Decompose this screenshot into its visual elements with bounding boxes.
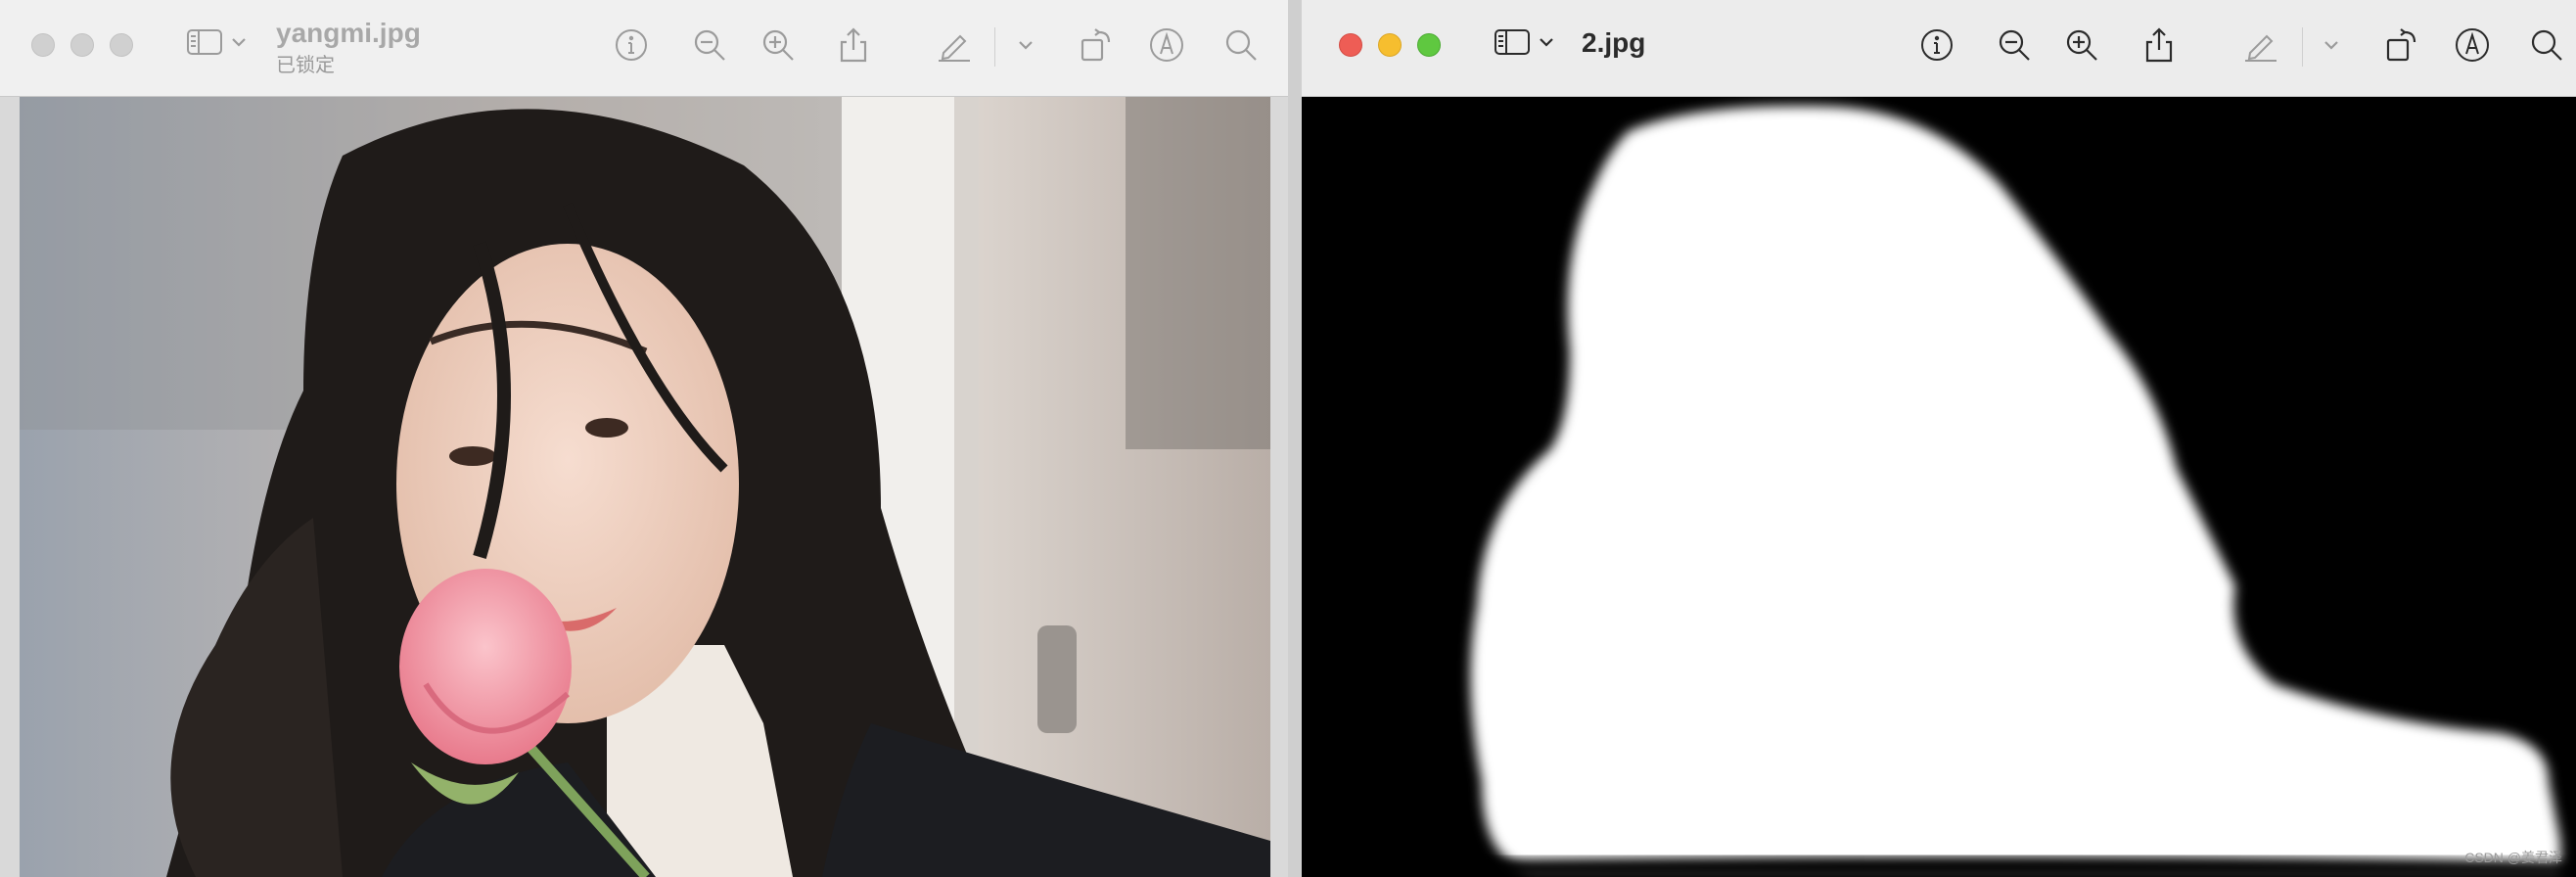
traffic-lights: [31, 33, 133, 57]
close-button[interactable]: [31, 33, 55, 57]
toolbar-separator: [994, 27, 995, 67]
zoom-in-icon: [762, 29, 794, 61]
rotate-icon: [2386, 28, 2416, 62]
share-button[interactable]: [834, 25, 873, 65]
minimize-button[interactable]: [1378, 33, 1402, 57]
maximize-button[interactable]: [110, 33, 133, 57]
window-title: 2.jpg: [1582, 27, 1646, 58]
minimize-button[interactable]: [70, 33, 94, 57]
sidebar-icon: [187, 29, 222, 55]
search-button[interactable]: [1221, 25, 1261, 65]
info-icon: [616, 29, 647, 61]
window-title: yangmi.jpg: [276, 18, 421, 48]
rotate-icon: [1081, 28, 1111, 62]
markup-toolbar-button[interactable]: [2453, 25, 2492, 65]
toolbar-separator: [2302, 27, 2303, 67]
portrait-photo: [20, 97, 1270, 877]
watermark-credit: CSDN @姜君泽: [2464, 850, 2562, 865]
maximize-button[interactable]: [1417, 33, 1441, 57]
rotate-button[interactable]: [2382, 25, 2421, 65]
window-subtitle: 已锁定: [276, 55, 335, 76]
window-divider: [1288, 0, 1302, 877]
markup-pen-button[interactable]: [935, 25, 974, 65]
rotate-button[interactable]: [1077, 25, 1116, 65]
markup-menu-button[interactable]: [2312, 25, 2351, 65]
search-icon: [2531, 29, 2562, 61]
info-button[interactable]: [612, 25, 651, 65]
zoom-out-icon: [1999, 29, 2030, 61]
zoom-in-button[interactable]: [759, 25, 798, 65]
share-button[interactable]: [2139, 25, 2179, 65]
zoom-in-button[interactable]: [2062, 25, 2101, 65]
markup-toolbar-button[interactable]: [1147, 25, 1186, 65]
share-icon: [2145, 27, 2173, 63]
traffic-lights: [1339, 33, 1441, 57]
search-button[interactable]: [2527, 25, 2566, 65]
sidebar-icon: [1495, 29, 1530, 55]
chevron-down-icon: [1019, 41, 1033, 50]
info-icon: [1921, 29, 1953, 61]
preview-window-right: 2.jpg CSDN @姜君泽: [1302, 0, 2576, 877]
toolbar: yangmi.jpg 已锁定: [0, 0, 1302, 97]
markup-menu-button[interactable]: [1006, 25, 1045, 65]
zoom-out-icon: [694, 29, 725, 61]
markup-pen-button[interactable]: [2241, 25, 2280, 65]
toolbar: 2.jpg: [1302, 0, 2576, 97]
zoom-out-button[interactable]: [690, 25, 729, 65]
search-icon: [1225, 29, 1257, 61]
share-icon: [840, 27, 867, 63]
close-button[interactable]: [1339, 33, 1362, 57]
info-button[interactable]: [1917, 25, 1956, 65]
markup-pen-icon: [939, 34, 970, 62]
sidebar-toggle-button[interactable]: [1494, 27, 1554, 57]
chevron-down-icon: [232, 38, 246, 47]
preview-window-left: yangmi.jpg 已锁定: [0, 0, 1302, 877]
chevron-down-icon: [1540, 38, 1553, 47]
sidebar-toggle-button[interactable]: [186, 27, 247, 57]
image-canvas[interactable]: [20, 97, 1270, 877]
markup-icon: [1150, 28, 1183, 62]
markup-pen-icon: [2245, 34, 2277, 62]
segmentation-mask-image: [1325, 97, 2576, 877]
markup-icon: [2456, 28, 2489, 62]
zoom-out-button[interactable]: [1995, 25, 2034, 65]
image-canvas[interactable]: CSDN @姜君泽: [1325, 97, 2576, 877]
zoom-in-icon: [2066, 29, 2097, 61]
chevron-down-icon: [2324, 41, 2338, 50]
